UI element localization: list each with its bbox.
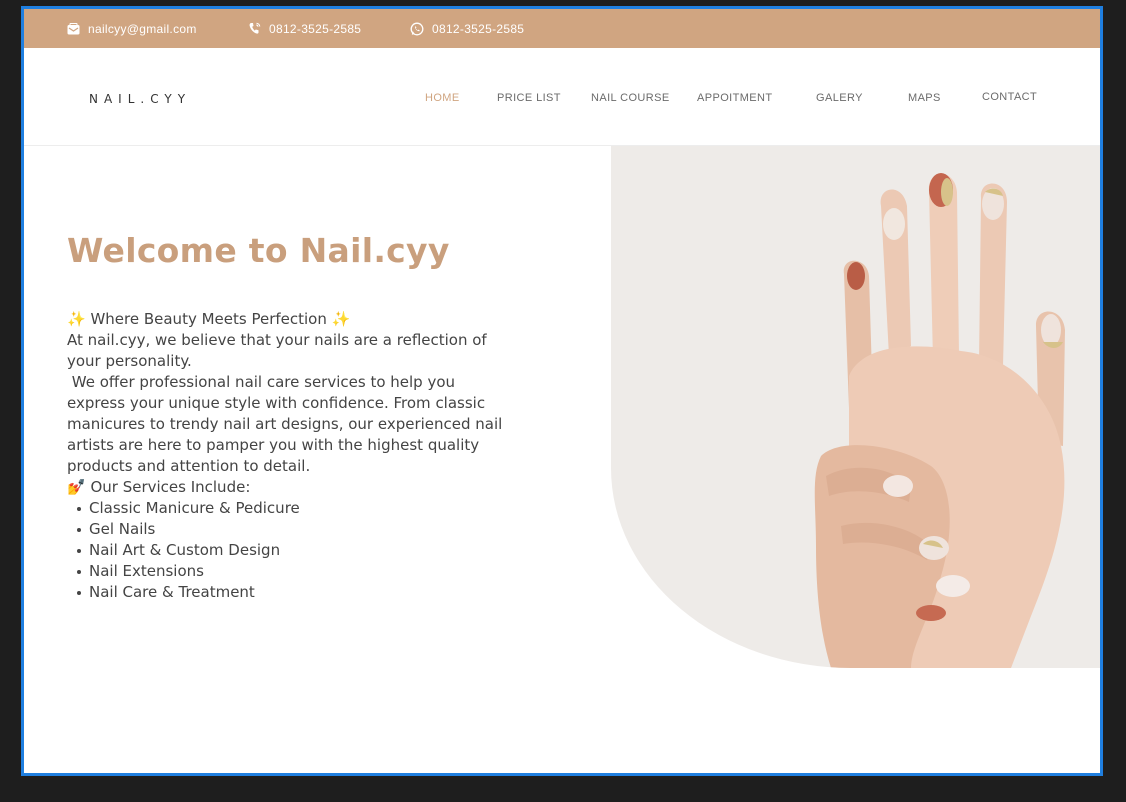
service-label: Nail Art & Custom Design xyxy=(89,541,281,559)
browser-frame: nailcyy@gmail.com 0812-3525-2585 0812-35… xyxy=(21,6,1103,776)
list-item: Nail Extensions xyxy=(67,561,507,582)
mail-icon xyxy=(66,22,80,36)
hands-illustration xyxy=(814,173,1065,668)
list-item: Gel Nails xyxy=(67,519,507,540)
email-text: nailcyy@gmail.com xyxy=(88,21,197,36)
hero-description: ✨ Where Beauty Meets Perfection ✨ At nai… xyxy=(67,309,507,603)
service-label: Nail Care & Treatment xyxy=(89,583,255,601)
services-list: Classic Manicure & Pedicure Gel Nails Na… xyxy=(67,498,507,603)
hero-image-hands xyxy=(611,146,1100,668)
whatsapp-text: 0812-3525-2585 xyxy=(432,21,525,36)
list-item: Classic Manicure & Pedicure xyxy=(67,498,507,519)
whatsapp-icon xyxy=(410,22,424,36)
contact-topbar: nailcyy@gmail.com 0812-3525-2585 0812-35… xyxy=(24,9,1100,48)
hero-tagline: ✨ Where Beauty Meets Perfection ✨ xyxy=(67,310,351,328)
phone-text: 0812-3525-2585 xyxy=(269,21,362,36)
nav-maps[interactable]: MAPS xyxy=(908,92,941,104)
hero-body: We offer professional nail care services… xyxy=(67,373,508,475)
nav-gallery[interactable]: GALERY xyxy=(816,92,863,104)
services-heading: 💅 Our Services Include: xyxy=(67,478,251,496)
list-item: Nail Care & Treatment xyxy=(67,582,507,603)
phone-contact[interactable]: 0812-3525-2585 xyxy=(247,22,361,36)
nav-nail-course[interactable]: NAIL COURSE xyxy=(591,92,670,104)
list-item: Nail Art & Custom Design xyxy=(67,540,507,561)
nav-appointment[interactable]: APPOITMENT xyxy=(697,92,773,104)
nav-contact[interactable]: CONTACT xyxy=(982,91,1037,103)
hero-intro: At nail.cyy, we believe that your nails … xyxy=(67,331,487,370)
nav-home[interactable]: HOME xyxy=(425,92,460,104)
whatsapp-contact[interactable]: 0812-3525-2585 xyxy=(410,22,524,36)
phone-icon xyxy=(247,22,261,36)
service-label: Classic Manicure & Pedicure xyxy=(89,499,300,517)
site-logo[interactable]: NAIL.CYY xyxy=(89,92,191,106)
hero-title: Welcome to Nail.cyy xyxy=(67,231,450,270)
service-label: Gel Nails xyxy=(89,520,156,538)
service-label: Nail Extensions xyxy=(89,562,204,580)
nav-price-list[interactable]: PRICE LIST xyxy=(497,92,561,104)
email-contact[interactable]: nailcyy@gmail.com xyxy=(66,22,197,36)
main-navbar: NAIL.CYY HOME PRICE LIST NAIL COURSE APP… xyxy=(24,48,1100,146)
